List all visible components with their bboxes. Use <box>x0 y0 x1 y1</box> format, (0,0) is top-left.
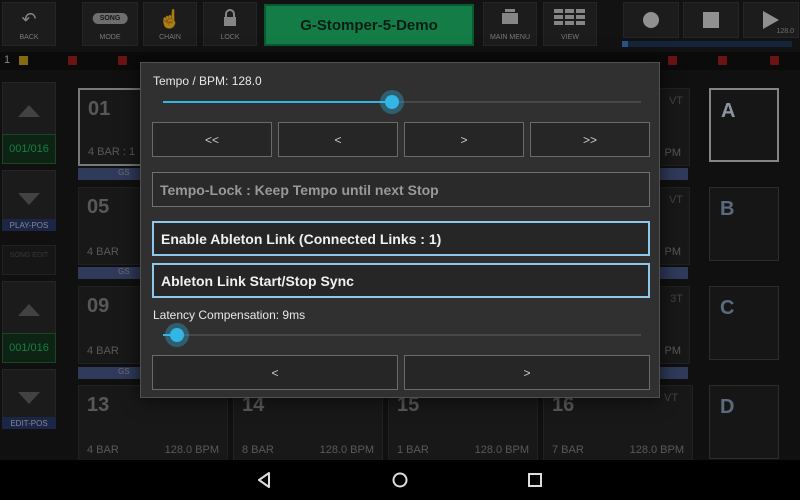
latency-slider-thumb[interactable] <box>165 323 190 347</box>
tempo-slider-thumb[interactable] <box>380 90 405 114</box>
tempo-step-back-button[interactable]: < <box>278 122 398 157</box>
tempo-step-fast-back-button[interactable]: << <box>152 122 272 157</box>
nav-recents-icon[interactable] <box>527 472 543 488</box>
latency-increase-button[interactable]: > <box>404 355 650 390</box>
ableton-link-sync-toggle[interactable]: Ableton Link Start/Stop Sync <box>152 263 650 298</box>
latency-label: Latency Compensation: 9ms <box>153 308 306 322</box>
tempo-slider[interactable] <box>163 90 641 114</box>
tempo-dialog: Tempo / BPM: 128.0 << < > >> Tempo-Lock … <box>140 62 660 398</box>
ableton-link-toggle[interactable]: Enable Ableton Link (Connected Links : 1… <box>152 221 650 256</box>
tempo-slider-fill <box>163 101 393 103</box>
tempo-label: Tempo / BPM: 128.0 <box>153 74 262 88</box>
latency-slider[interactable] <box>163 323 641 347</box>
tempo-lock-toggle[interactable]: Tempo-Lock : Keep Tempo until next Stop <box>152 172 650 207</box>
latency-decrease-button[interactable]: < <box>152 355 398 390</box>
nav-home-icon[interactable] <box>392 472 408 488</box>
tempo-step-forward-button[interactable]: > <box>404 122 524 157</box>
system-nav-bar <box>0 460 800 500</box>
tempo-step-fast-forward-button[interactable]: >> <box>530 122 650 157</box>
nav-back-icon[interactable] <box>256 472 272 488</box>
